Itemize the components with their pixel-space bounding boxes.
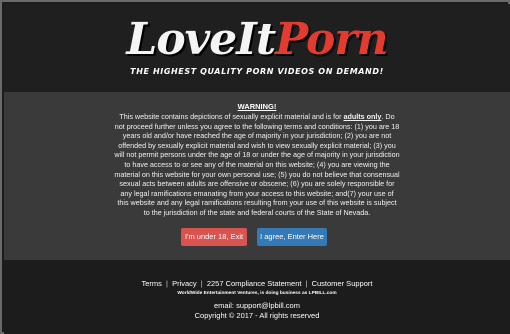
footer-link-terms[interactable]: Terms bbox=[142, 279, 162, 288]
site-logo[interactable]: LoveItPorn bbox=[4, 16, 510, 64]
footer-link-privacy[interactable]: Privacy bbox=[172, 279, 197, 288]
footer-copyright: Copyright © 2017 - All rights reserved bbox=[194, 311, 320, 320]
footer-company: WorldWide Entertainment Ventures, is doi… bbox=[177, 291, 337, 296]
footer-separator: | bbox=[166, 279, 168, 288]
site-footer: Terms | Privacy | 2257 Compliance Statem… bbox=[4, 260, 510, 334]
footer-separator: | bbox=[200, 279, 203, 288]
footer-separator: | bbox=[305, 279, 308, 288]
exit-button[interactable]: I'm under 18, Exit bbox=[181, 228, 247, 246]
warning-title: WARNING! bbox=[237, 102, 277, 111]
site-header: LoveItPorn THE HIGHEST QUALITY PORN VIDE… bbox=[4, 4, 510, 92]
logo-text-porn: Porn bbox=[275, 14, 388, 65]
footer-link-support[interactable]: Customer Support bbox=[312, 279, 373, 288]
footer-link-2257[interactable]: 2257 Compliance Statement bbox=[207, 279, 302, 288]
logo-text-loveit: LoveIt bbox=[126, 14, 276, 65]
footer-links: Terms | Privacy | 2257 Compliance Statem… bbox=[4, 279, 510, 288]
warning-text-intro: This website contains depictions of sexu… bbox=[119, 112, 344, 121]
warning-text-terms: . Do not proceed further unless you agre… bbox=[114, 112, 400, 217]
footer-email: email: support@lpbill.com bbox=[214, 301, 300, 310]
warning-body: This website contains depictions of sexu… bbox=[114, 112, 400, 218]
page-frame: LoveItPorn THE HIGHEST QUALITY PORN VIDE… bbox=[0, 0, 510, 334]
site-tagline: THE HIGHEST QUALITY PORN VIDEOS ON DEMAN… bbox=[130, 67, 384, 76]
enter-button[interactable]: I agree, Enter Here bbox=[257, 228, 327, 246]
warning-text-adults-only: adults only bbox=[343, 112, 382, 121]
age-warning-panel: WARNING! This website contains depiction… bbox=[4, 92, 510, 260]
